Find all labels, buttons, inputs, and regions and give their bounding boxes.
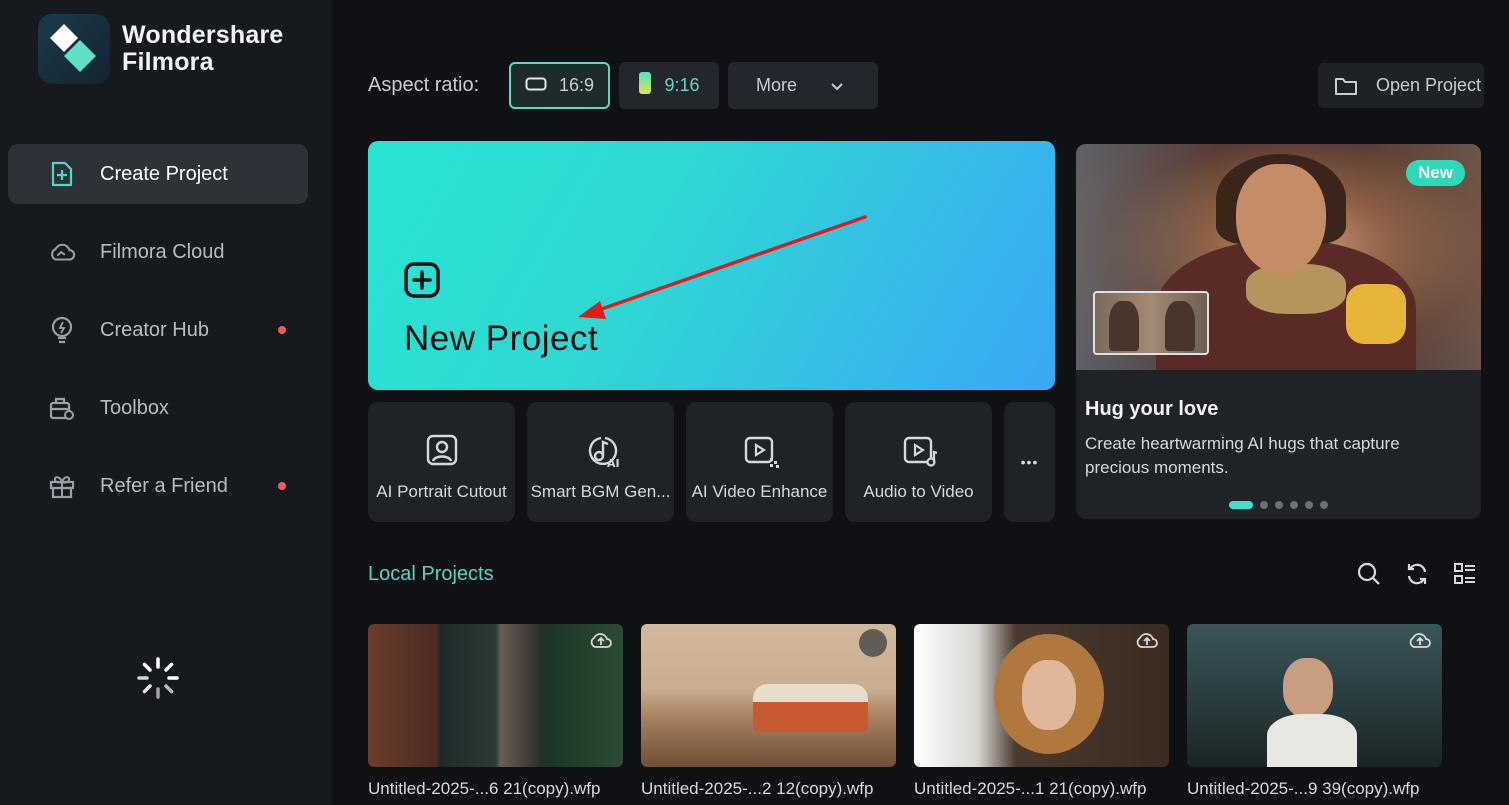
promo-thumbnail (1093, 291, 1209, 355)
project-card[interactable]: Untitled-2025-...9 39(copy).wfp (1187, 624, 1442, 799)
local-projects-title: Local Projects (368, 563, 494, 585)
tool-smart-bgm-generator[interactable]: AI Smart BGM Gen... (527, 402, 674, 522)
open-project-label: Open Project (1376, 75, 1482, 95)
aspect-ratio-label: Aspect ratio: (368, 74, 480, 96)
aspect-16-9-button[interactable]: 16:9 (509, 62, 610, 109)
notification-dot (278, 482, 286, 490)
project-name: Untitled-2025-...1 21(copy).wfp (914, 779, 1147, 798)
loading-spinner-icon (136, 656, 180, 705)
ellipsis-icon: ••• (1020, 454, 1039, 470)
project-thumbnail (641, 624, 896, 767)
promo-title: Hug your love (1085, 398, 1219, 420)
tool-ai-portrait-cutout[interactable]: AI Portrait Cutout (368, 402, 515, 522)
project-name: Untitled-2025-...2 12(copy).wfp (641, 779, 874, 798)
sidebar-item-label: Create Project (100, 162, 228, 185)
cloud-upload-icon[interactable] (589, 630, 613, 655)
sidebar-item-label: Creator Hub (100, 318, 209, 341)
folder-icon (1335, 77, 1357, 95)
carousel-dot[interactable] (1229, 501, 1253, 509)
portrait-ratio-icon (638, 71, 652, 100)
tool-label: AI Video Enhance (691, 482, 828, 501)
video-enhance-icon (744, 434, 780, 473)
sidebar: Wondershare Filmora Create Project Filmo… (0, 0, 332, 805)
carousel-dot[interactable] (1290, 501, 1298, 509)
project-thumbnail (1187, 624, 1442, 767)
project-thumbnail (914, 624, 1169, 767)
sidebar-item-refer-a-friend[interactable]: Refer a Friend (8, 456, 308, 516)
new-project-card[interactable]: New Project (368, 141, 1055, 390)
gift-icon (48, 472, 76, 500)
sidebar-item-creator-hub[interactable]: Creator Hub (8, 300, 308, 360)
cloud-icon (48, 238, 76, 266)
promo-image: New (1076, 144, 1481, 370)
project-name: Untitled-2025-...6 21(copy).wfp (368, 779, 601, 798)
project-name: Untitled-2025-...9 39(copy).wfp (1187, 779, 1420, 798)
sidebar-item-label: Refer a Friend (100, 474, 228, 497)
refresh-icon[interactable] (1405, 562, 1429, 591)
landscape-ratio-icon (525, 75, 547, 96)
carousel-dots (1229, 501, 1335, 509)
bulb-icon (48, 316, 76, 344)
project-card[interactable]: Untitled-2025-...6 21(copy).wfp (368, 624, 623, 799)
promo-description: Create heartwarming AI hugs that capture… (1085, 434, 1400, 477)
project-card[interactable]: Untitled-2025-...1 21(copy).wfp (914, 624, 1169, 799)
search-icon[interactable] (1357, 562, 1381, 591)
sidebar-item-toolbox[interactable]: Toolbox (8, 378, 308, 438)
carousel-dot[interactable] (1260, 501, 1268, 509)
brand-line1: Wondershare (122, 21, 284, 49)
tool-ai-video-enhance[interactable]: AI Video Enhance (686, 402, 833, 522)
promo-card[interactable]: New Hug your love Create heartwarming AI… (1076, 144, 1481, 519)
aspect-16-9-label: 16:9 (558, 75, 595, 95)
sidebar-nav: Create Project Filmora Cloud Creator Hub… (8, 144, 308, 534)
music-ai-icon: AI (585, 434, 621, 473)
cloud-upload-icon[interactable] (1408, 630, 1432, 655)
project-card[interactable]: Untitled-2025-...2 12(copy).wfp (641, 624, 896, 799)
tool-label: Audio to Video (863, 482, 974, 501)
svg-text:AI: AI (607, 457, 620, 468)
project-thumbnail (368, 624, 623, 767)
sidebar-item-create-project[interactable]: Create Project (8, 144, 308, 204)
aspect-9-16-label: 9:16 (664, 75, 700, 95)
add-file-icon (48, 160, 76, 188)
more-label: More (756, 75, 798, 95)
notification-dot (278, 326, 286, 334)
portrait-icon (426, 434, 458, 471)
cloud-upload-icon[interactable] (1135, 630, 1159, 655)
carousel-dot[interactable] (1320, 501, 1328, 509)
aspect-9-16-button[interactable]: 9:16 (619, 62, 719, 109)
brand-line2: Filmora (122, 48, 214, 76)
more-tools-button[interactable]: ••• (1004, 402, 1055, 522)
sidebar-item-filmora-cloud[interactable]: Filmora Cloud (8, 222, 308, 282)
audio-video-icon (903, 434, 939, 473)
brand: Wondershare Filmora (38, 14, 284, 84)
tool-label: AI Portrait Cutout (376, 482, 507, 501)
new-badge: New (1406, 160, 1465, 186)
red-arrow-annotation-icon (578, 215, 867, 319)
carousel-dot[interactable] (1275, 501, 1283, 509)
brand-name: Wondershare Filmora (122, 22, 284, 76)
chevron-down-icon (831, 75, 843, 96)
toolbox-icon (48, 394, 76, 422)
tool-audio-to-video[interactable]: Audio to Video (845, 402, 992, 522)
filmora-logo (38, 14, 110, 84)
tool-label: Smart BGM Gen... (530, 482, 671, 501)
carousel-dot[interactable] (1305, 501, 1313, 509)
sidebar-item-label: Toolbox (100, 396, 169, 419)
more-ratios-dropdown[interactable]: More (728, 62, 878, 109)
open-project-button[interactable]: Open Project (1318, 63, 1484, 108)
status-circle-icon[interactable] (858, 628, 888, 663)
list-view-icon[interactable] (1453, 562, 1477, 591)
sidebar-item-label: Filmora Cloud (100, 240, 225, 263)
